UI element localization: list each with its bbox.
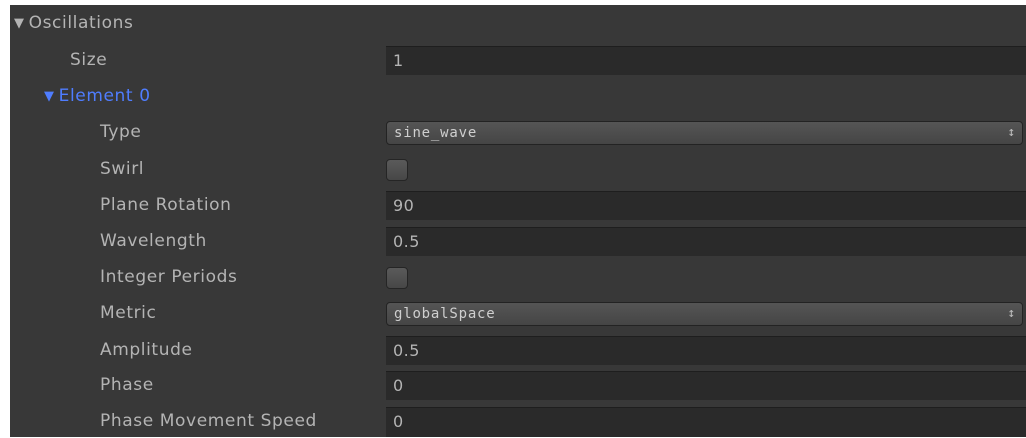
plane-rotation-label: Plane Rotation — [100, 195, 232, 215]
oscillations-foldout[interactable]: ▼ Oscillations — [14, 6, 133, 40]
amplitude-label: Amplitude — [100, 340, 193, 360]
swirl-label: Swirl — [100, 159, 145, 179]
element-0-foldout[interactable]: ▼ Element 0 — [44, 79, 151, 113]
element-0-label: Element 0 — [58, 86, 151, 106]
updown-arrows-icon: ↕ — [1007, 306, 1016, 321]
integer-periods-checkbox[interactable] — [386, 267, 408, 289]
size-field[interactable]: 1 — [386, 46, 1026, 75]
phase-movement-speed-field[interactable]: 0 — [386, 407, 1026, 437]
metric-label: Metric — [100, 303, 157, 323]
type-label: Type — [100, 122, 142, 142]
integer-periods-label: Integer Periods — [100, 267, 238, 287]
plane-rotation-field[interactable]: 90 — [386, 191, 1026, 220]
phase-field[interactable]: 0 — [386, 371, 1026, 400]
metric-dropdown[interactable]: globalSpace ↕ — [386, 302, 1023, 326]
wavelength-label: Wavelength — [100, 231, 207, 251]
type-dropdown-value: sine_wave — [394, 125, 478, 141]
triangle-down-icon[interactable]: ▼ — [44, 80, 55, 114]
triangle-down-icon[interactable]: ▼ — [14, 7, 25, 41]
phase-label: Phase — [100, 375, 154, 395]
oscillations-label: Oscillations — [28, 13, 134, 33]
phase-movement-speed-label: Phase Movement Speed — [100, 411, 317, 431]
type-dropdown[interactable]: sine_wave ↕ — [386, 121, 1023, 145]
inspector-panel: ▼ Oscillations Size 1 ▼ Element 0 Type sin… — [10, 5, 1026, 437]
swirl-checkbox[interactable] — [386, 159, 408, 181]
metric-dropdown-value: globalSpace — [394, 306, 496, 322]
size-label: Size — [70, 50, 108, 70]
updown-arrows-icon: ↕ — [1007, 125, 1016, 140]
wavelength-field[interactable]: 0.5 — [386, 227, 1026, 256]
amplitude-field[interactable]: 0.5 — [386, 336, 1026, 365]
